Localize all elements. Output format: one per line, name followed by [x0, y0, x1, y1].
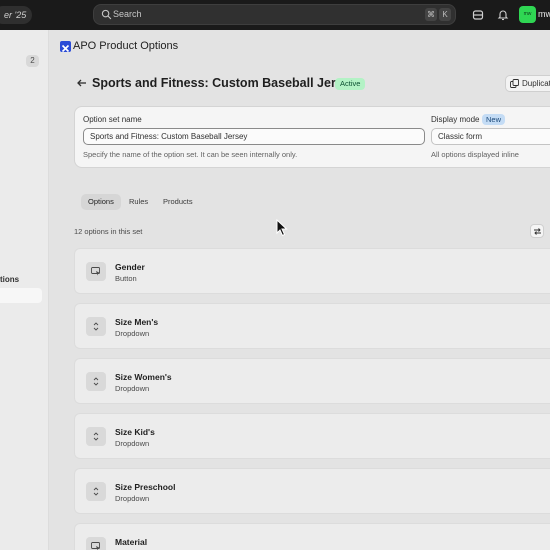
- option-type: Dropdown: [115, 439, 150, 448]
- app-title: APO Product Options: [73, 40, 179, 52]
- option-set-name-label: Option set name: [83, 115, 142, 124]
- store-icon[interactable]: [471, 8, 485, 22]
- option-name: Size Preschool: [115, 482, 176, 492]
- button-icon: [86, 537, 106, 550]
- avatar[interactable]: mw: [519, 6, 536, 23]
- tab-rules[interactable]: Rules: [122, 194, 155, 210]
- app-logo-icon: [60, 41, 71, 53]
- list-item[interactable]: Gender Button: [74, 248, 550, 294]
- event-pill[interactable]: er '25: [0, 6, 33, 24]
- status-badge: Active: [335, 78, 366, 90]
- new-badge: New: [482, 114, 506, 125]
- sort-icon: [534, 228, 541, 235]
- display-mode-select[interactable]: Classic form: [431, 128, 550, 145]
- option-name: Gender: [115, 262, 145, 272]
- shortcut-k-key: K: [439, 8, 451, 21]
- dropdown-icon: [86, 372, 106, 391]
- search-input[interactable]: Search ⌘ K: [93, 4, 456, 25]
- bell-icon[interactable]: [496, 8, 510, 22]
- option-type: Dropdown: [115, 384, 150, 393]
- dropdown-icon: [86, 317, 106, 336]
- option-type: Button: [115, 274, 137, 283]
- search-placeholder: Search: [113, 9, 142, 19]
- back-arrow-icon[interactable]: [76, 77, 88, 89]
- page-title: Sports and Fitness: Custom Baseball Jers…: [92, 76, 357, 90]
- button-icon: [86, 262, 106, 281]
- option-name: Size Men's: [115, 317, 159, 327]
- shortcut-cmd-key: ⌘: [425, 8, 437, 21]
- dropdown-icon: [86, 482, 106, 501]
- mouse-cursor-icon: [276, 219, 288, 237]
- option-name: Size Women's: [115, 372, 172, 382]
- tab-products[interactable]: Products: [156, 194, 200, 210]
- list-item[interactable]: Material Dropdown: [74, 523, 550, 550]
- list-item[interactable]: Size Preschool Dropdown: [74, 468, 550, 514]
- duplicate-icon: [510, 79, 519, 88]
- sidebar-item-options[interactable]: tions: [0, 275, 19, 284]
- option-type: Dropdown: [115, 494, 150, 503]
- option-name: Material: [115, 537, 148, 547]
- top-bar: er '25 Search ⌘ K mw mw: [0, 0, 550, 30]
- option-set-name-help: Specify the name of the option set. It c…: [83, 150, 298, 159]
- option-name: Size Kid's: [115, 427, 155, 437]
- user-name[interactable]: mw: [538, 9, 550, 19]
- duplicate-label: Duplicate: [522, 79, 550, 88]
- search-icon: [101, 9, 112, 20]
- sidebar-item-selected[interactable]: [0, 288, 42, 303]
- sort-button[interactable]: [530, 224, 544, 238]
- display-mode-label: Display mode: [431, 115, 480, 124]
- tab-options[interactable]: Options: [81, 194, 121, 210]
- option-type: Dropdown: [115, 329, 150, 338]
- duplicate-button[interactable]: Duplicate: [505, 75, 550, 92]
- option-set-name-input[interactable]: Sports and Fitness: Custom Baseball Jers…: [83, 128, 425, 145]
- sidebar-count-badge: 2: [26, 55, 39, 67]
- display-mode-help: All options displayed inline: [431, 150, 519, 159]
- options-count: 12 options in this set: [74, 227, 143, 236]
- sidebar: 2 tions: [0, 30, 49, 550]
- list-item[interactable]: Size Men's Dropdown: [74, 303, 550, 349]
- list-item[interactable]: Size Women's Dropdown: [74, 358, 550, 404]
- list-item[interactable]: Size Kid's Dropdown: [74, 413, 550, 459]
- dropdown-icon: [86, 427, 106, 446]
